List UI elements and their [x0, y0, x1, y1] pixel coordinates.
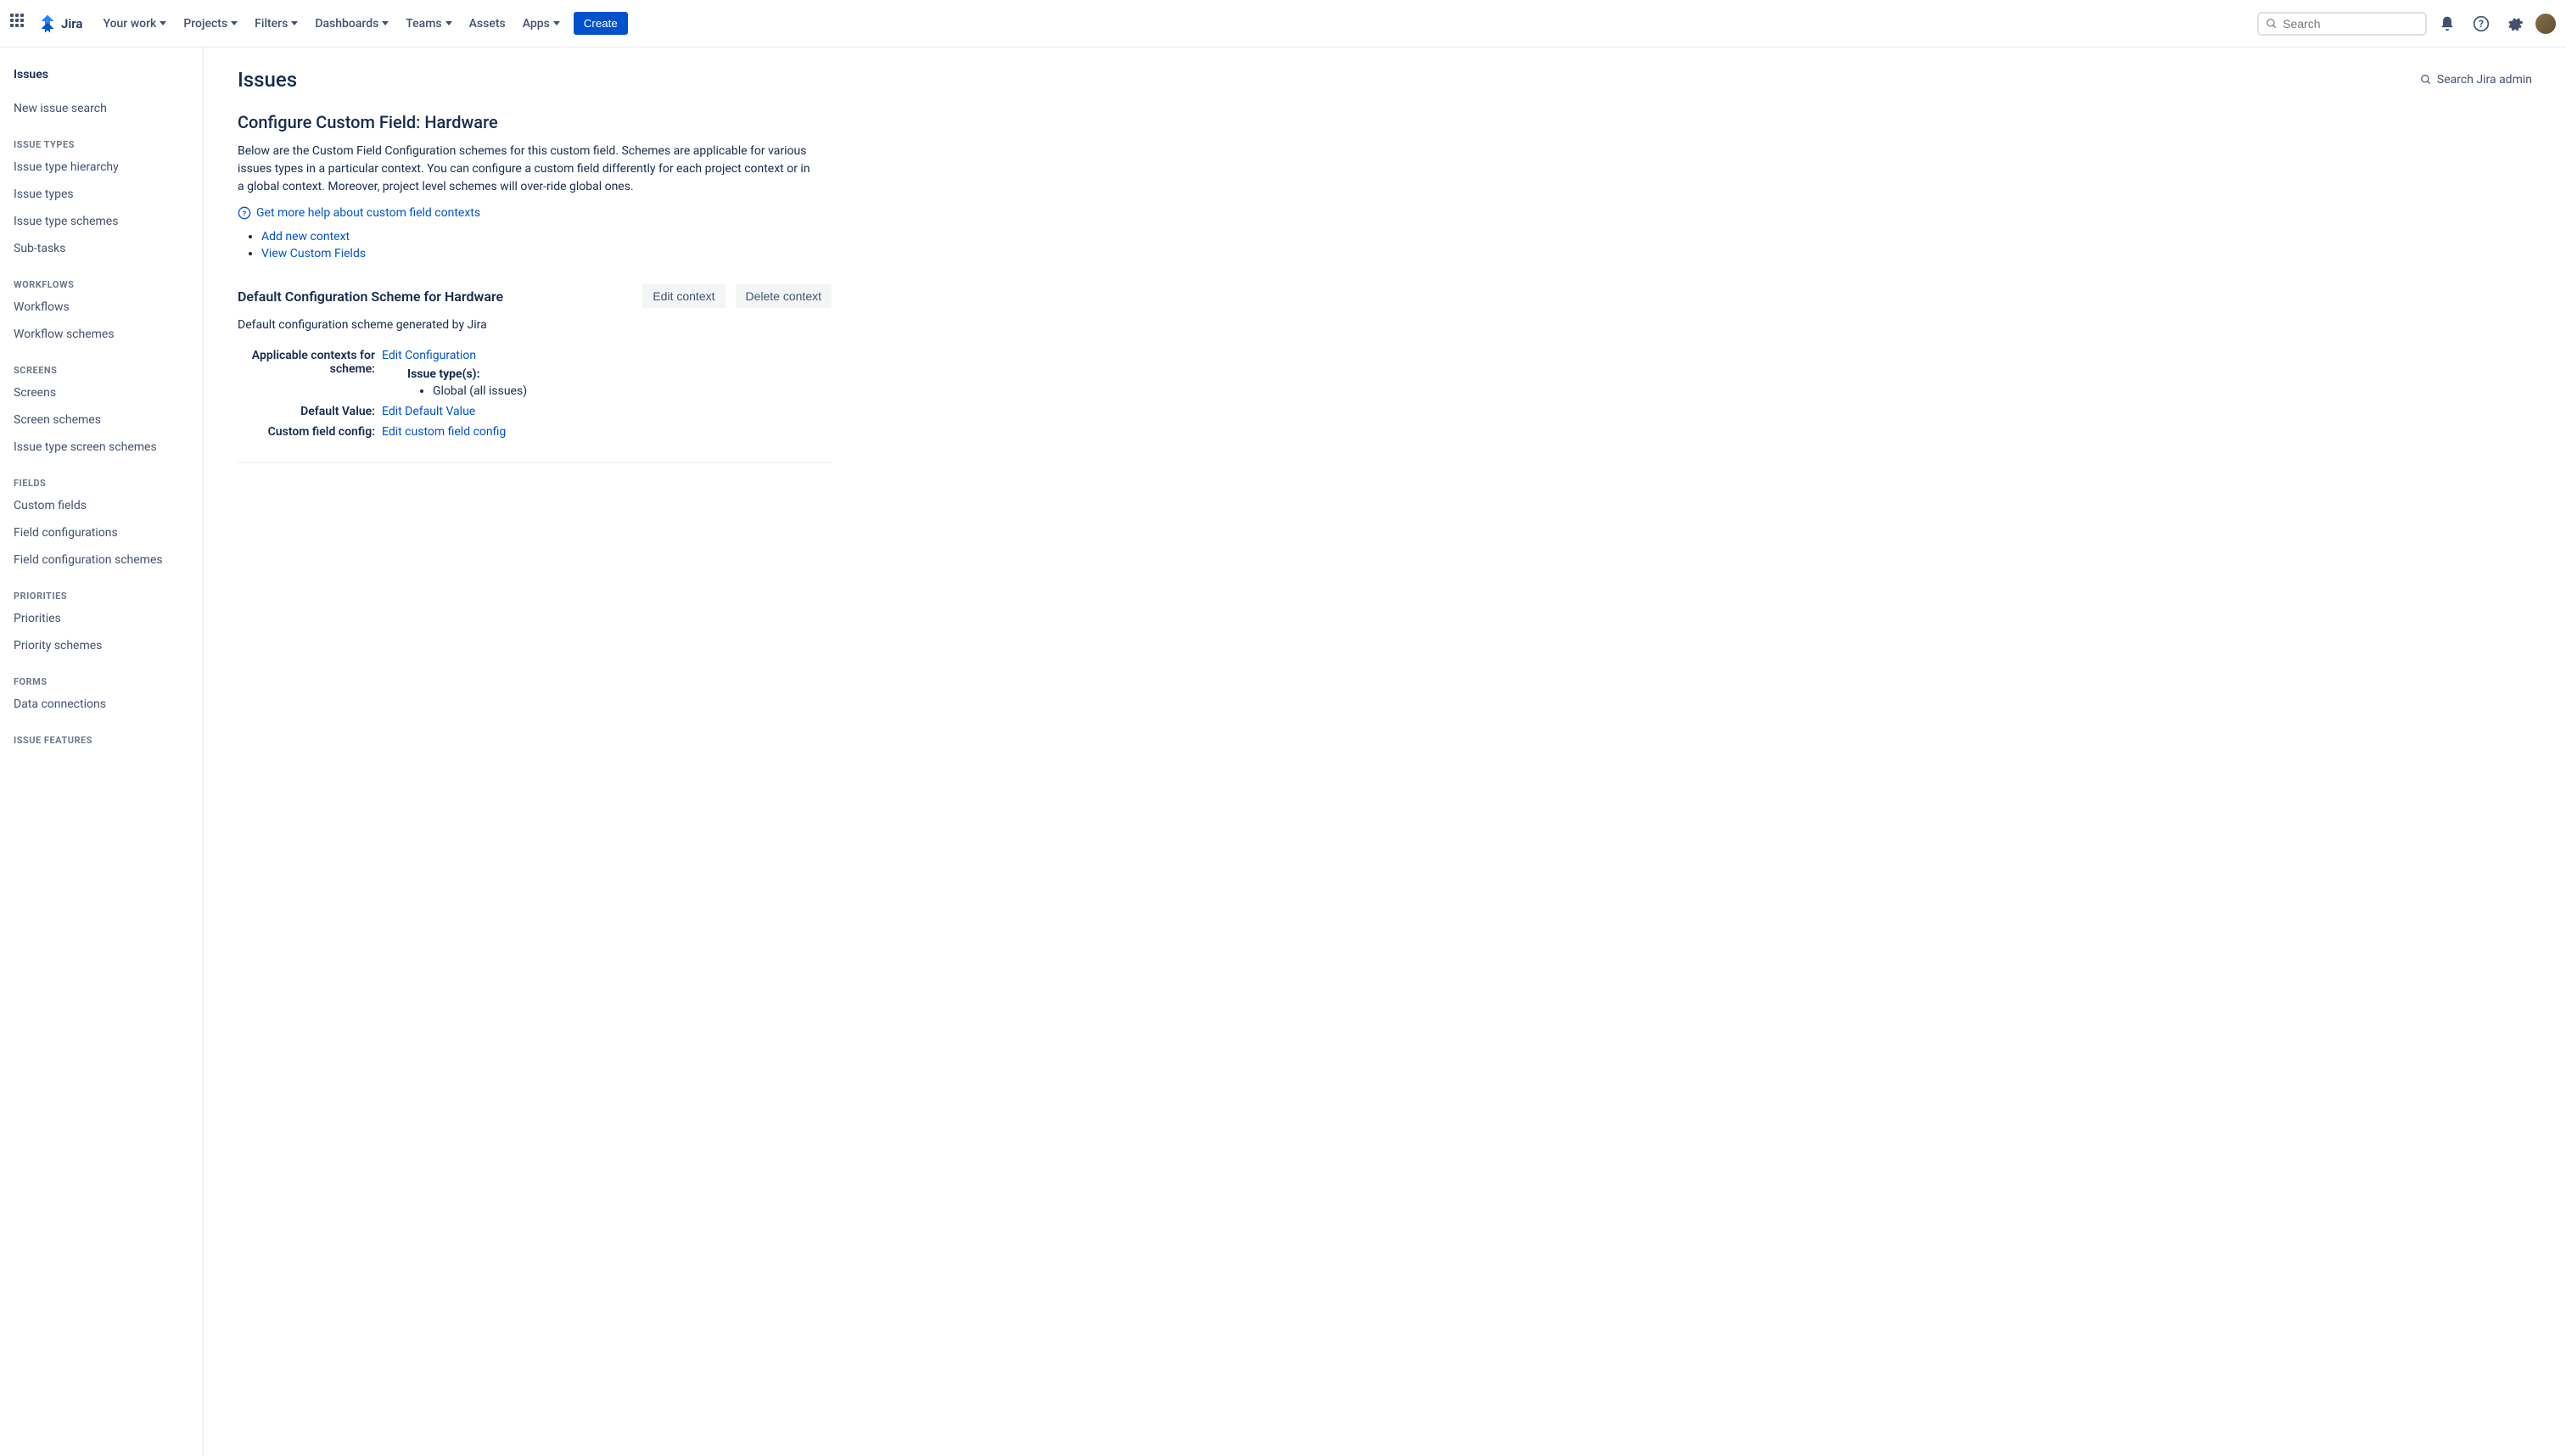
scheme-header: Default Configuration Scheme for Hardwar… [238, 284, 832, 308]
help-circle-icon: ? [238, 206, 251, 220]
nav-item-apps[interactable]: Apps [516, 12, 567, 36]
nav-item-projects[interactable]: Projects [176, 12, 244, 36]
sidebar-item-sub-tasks[interactable]: Sub-tasks [7, 235, 196, 262]
global-search[interactable] [2257, 12, 2427, 36]
sidebar-item-field-configurations[interactable]: Field configurations [7, 519, 196, 546]
nav-items: Your workProjectsFiltersDashboardsTeamsA… [96, 12, 566, 36]
nav-item-teams[interactable]: Teams [399, 12, 458, 36]
sidebar-section-heading: Forms [7, 659, 196, 691]
chevron-down-icon [231, 21, 238, 25]
nav-item-filters[interactable]: Filters [248, 12, 305, 36]
sidebar-item-screen-schemes[interactable]: Screen schemes [7, 406, 196, 434]
main-header: Issues Search Jira admin [238, 68, 2532, 92]
search-input[interactable] [2283, 17, 2418, 31]
jira-logo-icon [37, 14, 58, 34]
default-value-label: Default Value: [238, 405, 382, 418]
sidebar-section-heading: Issue Types [7, 122, 196, 154]
jira-logo[interactable]: Jira [37, 14, 82, 34]
settings-icon[interactable] [2502, 10, 2529, 37]
nav-item-dashboards[interactable]: Dashboards [308, 12, 395, 36]
chevron-down-icon [553, 21, 560, 25]
configure-title: Configure Custom Field: Hardware [238, 112, 832, 132]
search-admin-label: Search Jira admin [2437, 73, 2532, 87]
action-link-add-new-context[interactable]: Add new context [261, 230, 350, 244]
sidebar-section-heading: Fields [7, 461, 196, 492]
layout: Issues New issue search Issue TypesIssue… [0, 48, 2566, 1456]
create-button[interactable]: Create [574, 12, 628, 35]
edit-context-button[interactable]: Edit context [642, 284, 725, 308]
issue-types-value: Global (all issues) [433, 384, 832, 398]
config-row-default-value: Default Value: Edit Default Value [238, 401, 832, 422]
sidebar-item-issue-type-schemes[interactable]: Issue type schemes [7, 208, 196, 235]
main-content: Issues Search Jira admin Configure Custo… [204, 48, 2566, 1456]
svg-text:?: ? [2479, 18, 2484, 30]
action-link-view-custom-fields[interactable]: View Custom Fields [261, 247, 366, 260]
config-row-applicable: Applicable contexts for scheme: Edit Con… [238, 345, 832, 401]
sidebar-section-heading: Workflows [7, 262, 196, 294]
chevron-down-icon [382, 21, 389, 25]
help-link-row: ? Get more help about custom field conte… [238, 206, 832, 220]
chevron-down-icon [160, 21, 166, 25]
nav-item-assets[interactable]: Assets [462, 12, 513, 36]
nav-item-your-work[interactable]: Your work [96, 12, 173, 36]
action-list: Add new context View Custom Fields [238, 230, 832, 260]
edit-configuration-link[interactable]: Edit Configuration [382, 349, 476, 362]
sidebar-item-priority-schemes[interactable]: Priority schemes [7, 632, 196, 659]
sidebar: Issues New issue search Issue TypesIssue… [0, 48, 204, 1456]
svg-text:?: ? [243, 210, 246, 218]
sidebar-item-new-issue-search[interactable]: New issue search [7, 95, 196, 122]
search-jira-admin[interactable]: Search Jira admin [2420, 73, 2532, 87]
sidebar-item-screens[interactable]: Screens [7, 379, 196, 406]
sidebar-item-issue-types[interactable]: Issue types [7, 181, 196, 208]
app-switcher-icon[interactable] [10, 14, 31, 34]
sidebar-section-heading: Priorities [7, 574, 196, 605]
custom-config-label: Custom field config: [238, 425, 382, 439]
sidebar-item-issue-type-screen-schemes[interactable]: Issue type screen schemes [7, 434, 196, 461]
search-icon [2420, 74, 2432, 86]
sidebar-title: Issues [7, 68, 196, 95]
page-title: Issues [238, 68, 297, 92]
top-navigation: Jira Your workProjectsFiltersDashboardsT… [0, 0, 2566, 48]
sidebar-item-data-connections[interactable]: Data connections [7, 691, 196, 718]
sidebar-item-custom-fields[interactable]: Custom fields [7, 492, 196, 519]
sidebar-section-heading: Screens [7, 348, 196, 379]
sidebar-item-priorities[interactable]: Priorities [7, 605, 196, 632]
sidebar-item-workflows[interactable]: Workflows [7, 294, 196, 321]
scheme-title: Default Configuration Scheme for Hardwar… [238, 288, 503, 305]
chevron-down-icon [445, 21, 452, 25]
delete-context-button[interactable]: Delete context [736, 284, 832, 308]
topnav-right: ? [2257, 10, 2556, 37]
issue-types-label: Issue type(s): [407, 367, 832, 381]
sidebar-item-issue-type-hierarchy[interactable]: Issue type hierarchy [7, 154, 196, 181]
help-icon[interactable]: ? [2468, 10, 2495, 37]
user-avatar[interactable] [2535, 14, 2556, 34]
sidebar-item-field-configuration-schemes[interactable]: Field configuration schemes [7, 546, 196, 574]
jira-logo-text: Jira [61, 16, 82, 31]
applicable-label: Applicable contexts for scheme: [238, 349, 382, 398]
chevron-down-icon [291, 21, 298, 25]
edit-custom-config-link[interactable]: Edit custom field config [382, 425, 506, 439]
help-link[interactable]: Get more help about custom field context… [256, 206, 480, 220]
search-icon [2266, 17, 2277, 31]
notifications-icon[interactable] [2434, 10, 2461, 37]
sidebar-item-workflow-schemes[interactable]: Workflow schemes [7, 321, 196, 348]
edit-default-value-link[interactable]: Edit Default Value [382, 405, 475, 418]
sidebar-section-heading: Issue Features [7, 718, 196, 749]
config-row-custom-config: Custom field config: Edit custom field c… [238, 422, 832, 442]
scheme-desc: Default configuration scheme generated b… [238, 318, 832, 332]
configure-desc: Below are the Custom Field Configuration… [238, 143, 815, 196]
